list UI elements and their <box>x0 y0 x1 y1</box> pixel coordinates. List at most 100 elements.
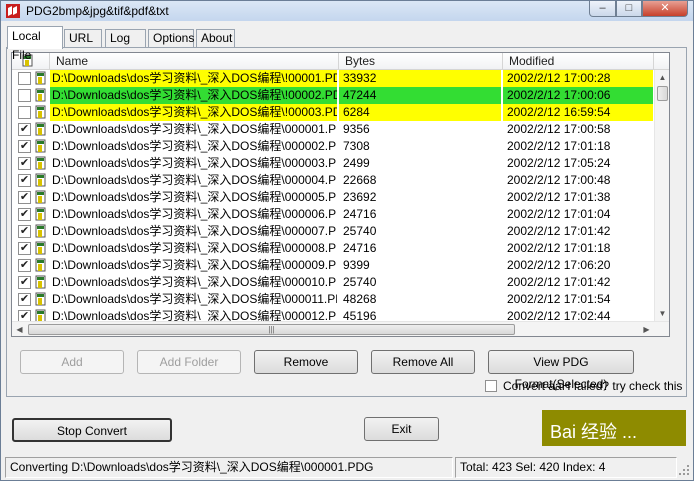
row-checkbox[interactable] <box>18 72 31 85</box>
cell-bytes: 24716 <box>343 241 377 255</box>
pdg-file-icon <box>35 173 46 187</box>
cell-bytes: 9399 <box>343 258 370 272</box>
horizontal-scroll-thumb[interactable]: ||| <box>28 324 515 335</box>
file-list[interactable]: Name Bytes Modified D:\Downloads\dos学习资料… <box>11 52 670 337</box>
cell-name: D:\Downloads\dos学习资料\_深入DOS编程\000003.PDG <box>52 156 337 170</box>
pdg-file-icon <box>35 139 46 153</box>
pdg-file-icon <box>35 241 46 255</box>
scroll-up-arrow-icon[interactable]: ▲ <box>655 70 669 85</box>
pdg-file-icon <box>35 122 46 136</box>
row-checkbox[interactable]: ✔ <box>18 174 31 187</box>
row-checkbox[interactable]: ✔ <box>18 123 31 136</box>
cell-bytes: 25740 <box>343 275 377 289</box>
table-row[interactable]: ✔ D:\Downloads\dos学习资料\_深入DOS编程\000006.PD… <box>12 206 654 223</box>
cell-modified: 2002/2/12 16:59:54 <box>503 104 653 121</box>
table-row[interactable]: ✔ D:\Downloads\dos学习资料\_深入DOS编程\000005.PD… <box>12 189 654 206</box>
horizontal-scrollbar[interactable]: ◀ ||| ▶ <box>12 321 669 336</box>
exit-button[interactable]: Exit <box>364 417 439 441</box>
tab-about[interactable]: About <box>196 29 235 48</box>
column-header-bytes[interactable]: Bytes <box>339 53 503 70</box>
watermark-text: Bai 经验 ... <box>550 422 638 442</box>
table-row[interactable]: ✔ D:\Downloads\dos学习资料\_深入DOS编程\000009.PD… <box>12 257 654 274</box>
cell-name: D:\Downloads\dos学习资料\_深入DOS编程\000005.PDG <box>52 190 337 204</box>
pdg-file-icon <box>35 224 46 238</box>
table-row[interactable]: ✔ D:\Downloads\dos学习资料\_深入DOS编程\000008.PD… <box>12 240 654 257</box>
cell-modified: 2002/2/12 17:01:38 <box>507 190 611 204</box>
status-counts: Total: 423 Sel: 420 Index: 4 <box>455 457 677 478</box>
table-row[interactable]: D:\Downloads\dos学习资料\_深入DOS编程\!00003.PDG… <box>12 104 654 121</box>
maximize-button[interactable]: □ <box>616 1 642 17</box>
cell-modified: 2002/2/12 17:00:58 <box>507 122 611 136</box>
tab-url[interactable]: URL <box>64 29 102 48</box>
row-checkbox[interactable] <box>18 89 31 102</box>
row-checkbox[interactable]: ✔ <box>18 208 31 221</box>
add-button[interactable]: Add <box>20 350 124 374</box>
cell-modified: 2002/2/12 17:06:20 <box>507 258 611 272</box>
local-file-panel: Name Bytes Modified D:\Downloads\dos学习资料… <box>6 47 687 397</box>
tab-options[interactable]: Options <box>148 29 194 48</box>
cell-name: D:\Downloads\dos学习资料\_深入DOS编程\000002.PDG <box>52 139 337 153</box>
cell-modified: 2002/2/12 17:00:06 <box>503 87 653 104</box>
table-row[interactable]: ✔ D:\Downloads\dos学习资料\_深入DOS编程\000011.PD… <box>12 291 654 308</box>
row-checkbox[interactable]: ✔ <box>18 225 31 238</box>
minimize-button[interactable]: – <box>589 1 616 17</box>
scroll-right-arrow-icon[interactable]: ▶ <box>639 322 654 336</box>
cell-bytes: 22668 <box>343 173 377 187</box>
scroll-left-arrow-icon[interactable]: ◀ <box>12 322 27 336</box>
row-checkbox[interactable]: ✔ <box>18 276 31 289</box>
cell-name: D:\Downloads\dos学习资料\_深入DOS编程\000006.PDG <box>52 207 337 221</box>
table-row[interactable]: ✔ D:\Downloads\dos学习资料\_深入DOS编程\000004.PD… <box>12 172 654 189</box>
remove-button[interactable]: Remove <box>254 350 358 374</box>
table-row[interactable]: ✔ D:\Downloads\dos学习资料\_深入DOS编程\000001.PD… <box>12 121 654 138</box>
scroll-down-arrow-icon[interactable]: ▼ <box>655 306 669 321</box>
tab-local-file[interactable]: Local File <box>7 26 63 62</box>
cell-modified: 2002/2/12 17:01:18 <box>507 139 611 153</box>
cell-bytes: 2499 <box>343 156 370 170</box>
list-header: Name Bytes Modified <box>12 53 669 70</box>
convert-aah-checkbox[interactable] <box>485 380 497 392</box>
row-checkbox[interactable]: ✔ <box>18 259 31 272</box>
cell-modified: 2002/2/12 17:00:28 <box>503 70 653 87</box>
pdg-file-icon <box>35 275 46 289</box>
column-header-modified[interactable]: Modified <box>503 53 654 70</box>
pdg-file-icon <box>35 88 46 102</box>
row-checkbox[interactable]: ✔ <box>18 157 31 170</box>
app-logo-icon <box>6 4 20 18</box>
cell-modified: 2002/2/12 17:01:18 <box>507 241 611 255</box>
close-button[interactable]: ✕ <box>642 1 688 17</box>
cell-modified: 2002/2/12 17:01:42 <box>507 224 611 238</box>
cell-name: D:\Downloads\dos学习资料\_深入DOS编程\000010.PDG <box>52 275 337 289</box>
cell-name: D:\Downloads\dos学习资料\_深入DOS编程\!00003.PDG <box>50 104 337 121</box>
add-folder-button[interactable]: Add Folder <box>137 350 241 374</box>
row-checkbox[interactable] <box>18 106 31 119</box>
row-checkbox[interactable]: ✔ <box>18 191 31 204</box>
cell-name: D:\Downloads\dos学习资料\_深入DOS编程\000001.PDG <box>52 122 337 136</box>
pdg-file-icon <box>35 105 46 119</box>
row-checkbox[interactable]: ✔ <box>18 293 31 306</box>
cell-bytes: 33932 <box>339 70 501 87</box>
remove-all-button[interactable]: Remove All <box>371 350 475 374</box>
vertical-scrollbar[interactable]: ▲ ▼ <box>654 70 669 321</box>
table-row[interactable]: ✔ D:\Downloads\dos学习资料\_深入DOS编程\000007.PD… <box>12 223 654 240</box>
vertical-scroll-thumb[interactable] <box>657 86 668 101</box>
cell-name: D:\Downloads\dos学习资料\_深入DOS编程\000008.PDG <box>52 241 337 255</box>
table-row[interactable]: ✔ D:\Downloads\dos学习资料\_深入DOS编程\000003.PD… <box>12 155 654 172</box>
cell-bytes: 23692 <box>343 190 377 204</box>
title-bar[interactable]: PDG2bmp&jpg&tif&pdf&txt – □ ✕ <box>1 1 693 21</box>
stop-convert-button[interactable]: Stop Convert <box>12 418 172 442</box>
table-row[interactable]: ✔ D:\Downloads\dos学习资料\_深入DOS编程\000010.PD… <box>12 274 654 291</box>
column-header-name[interactable]: Name <box>50 53 339 70</box>
convert-aah-label: Convert aaH failed? try check this <box>503 379 683 393</box>
view-pdg-format-button[interactable]: View PDG Format(Selected) <box>488 350 634 391</box>
row-checkbox[interactable]: ✔ <box>18 242 31 255</box>
table-row[interactable]: D:\Downloads\dos学习资料\_深入DOS编程\!00002.PDG… <box>12 87 654 104</box>
window-title: PDG2bmp&jpg&tif&pdf&txt <box>26 4 169 18</box>
table-row[interactable]: D:\Downloads\dos学习资料\_深入DOS编程\!00001.PDG… <box>12 70 654 87</box>
resize-grip-icon[interactable] <box>677 463 691 477</box>
watermark-logo: Bai 经验 ... <box>542 410 686 446</box>
pdg-file-icon <box>35 258 46 272</box>
tab-log[interactable]: Log <box>105 29 146 48</box>
pdg-file-icon <box>35 207 46 221</box>
table-row[interactable]: ✔ D:\Downloads\dos学习资料\_深入DOS编程\000002.PD… <box>12 138 654 155</box>
row-checkbox[interactable]: ✔ <box>18 140 31 153</box>
